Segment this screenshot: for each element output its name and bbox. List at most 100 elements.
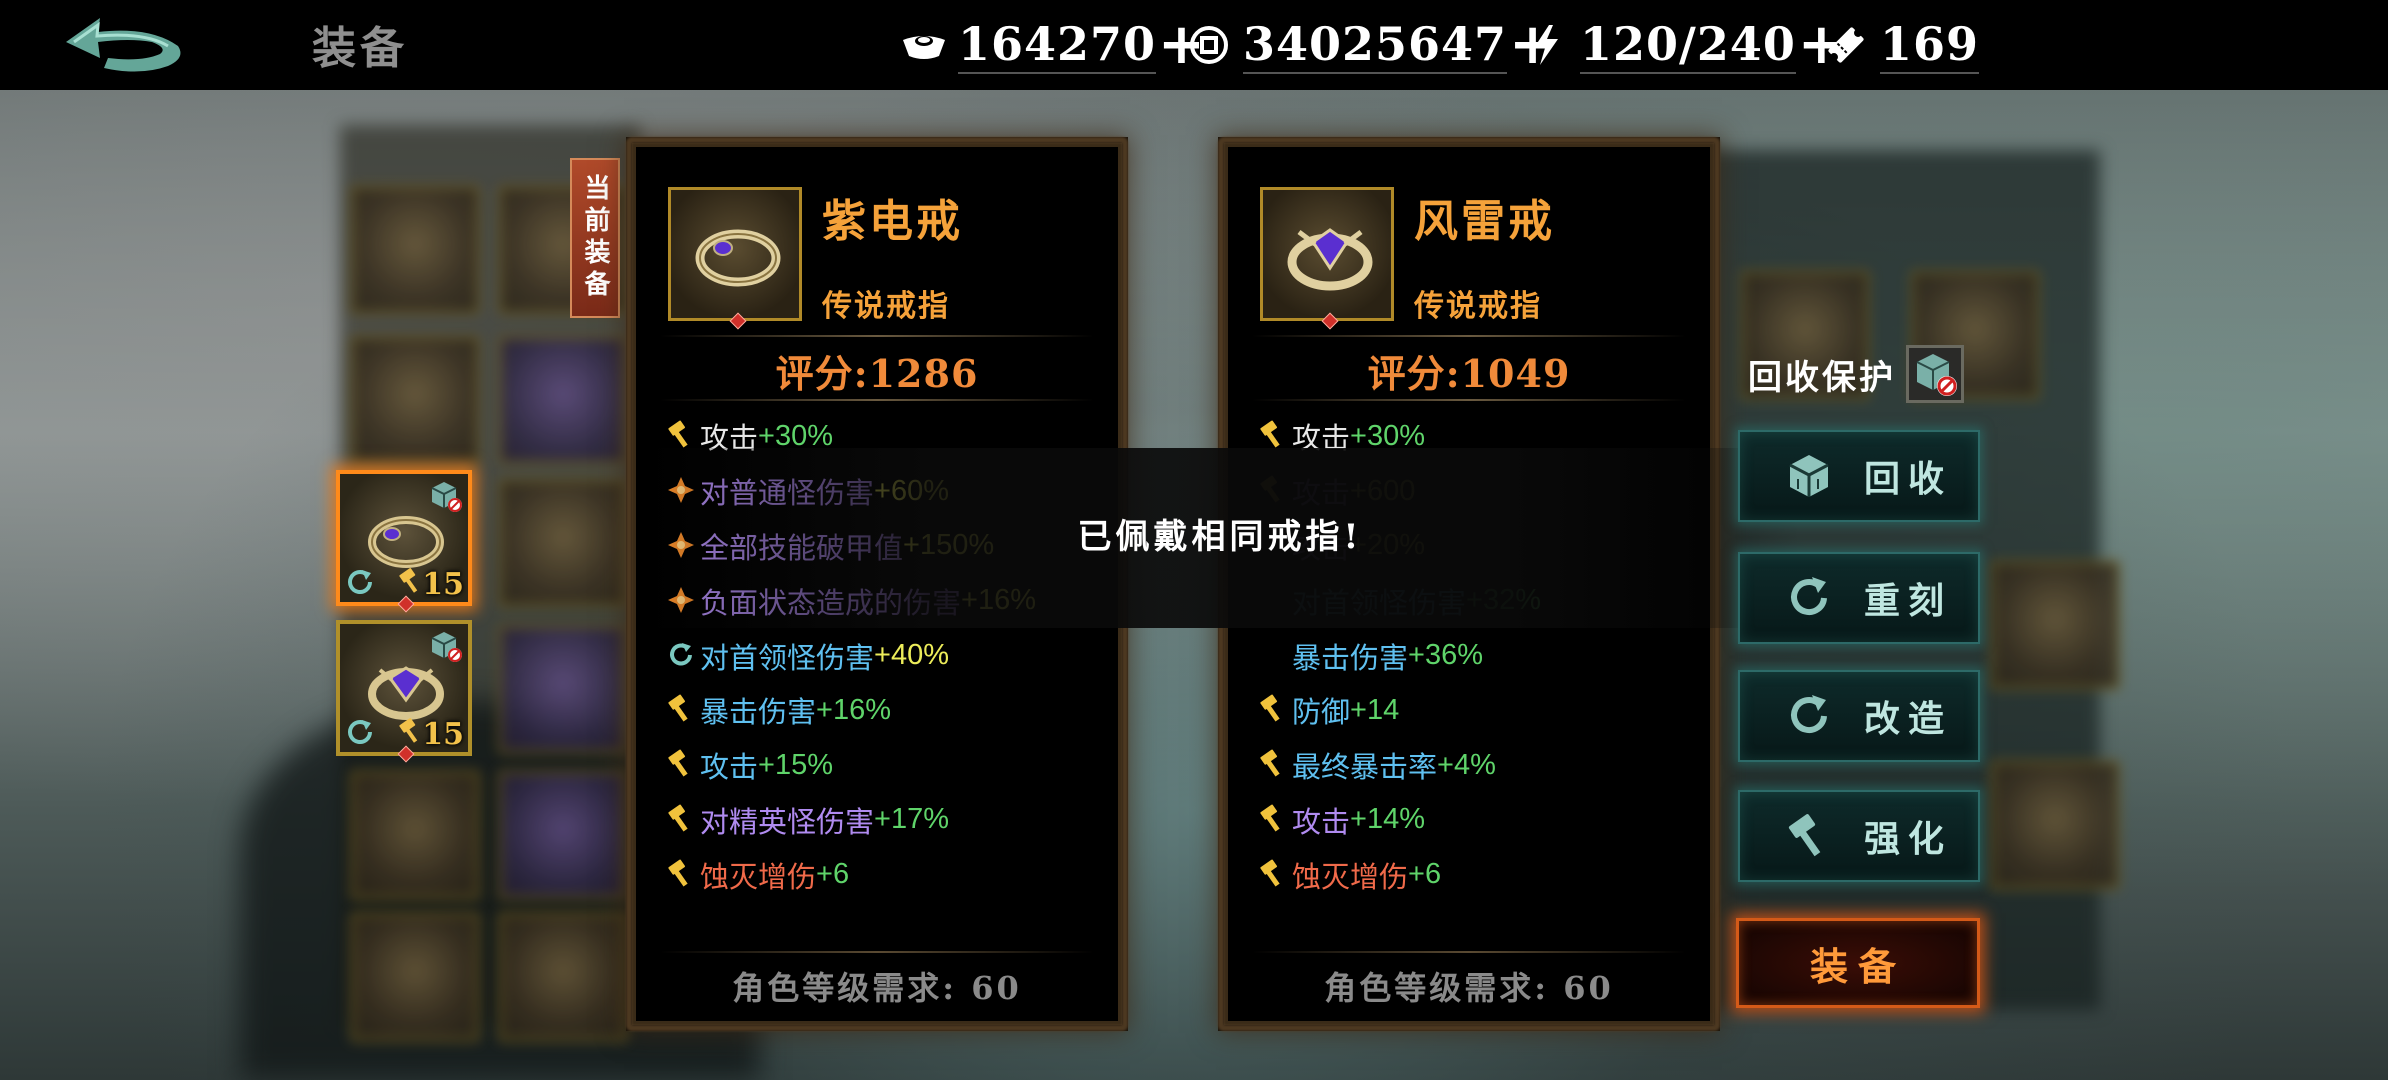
top-bar: 装备 164270 + 34025647 + 120/240 + 169 <box>0 0 2388 90</box>
violet-ring-icon <box>695 229 781 287</box>
level-requirement: 角色等级需求: 60 <box>732 969 1022 1007</box>
ingot-value: 164270 <box>958 16 1157 74</box>
resource-energy: 120/240 + <box>1522 14 1845 76</box>
enhance-hammer-icon <box>398 718 424 744</box>
hammer-icon <box>1788 814 1821 857</box>
protected-box-icon <box>1916 354 1957 396</box>
enhance-button[interactable]: 强化 <box>1738 790 1980 882</box>
recycle-box-icon <box>1789 455 1829 497</box>
background-slot <box>1990 760 2120 890</box>
hammer-stat-icon <box>666 804 698 836</box>
recycle-lock-icon <box>428 628 464 664</box>
stat-row: 防御 +14 <box>1258 683 1700 738</box>
stat-value: +16% <box>816 693 891 726</box>
recycle-lock-icon <box>428 478 464 514</box>
background-slot <box>1990 560 2120 690</box>
item-icon-frame <box>1260 187 1394 330</box>
reforge-icon <box>1791 577 1827 616</box>
reforge-icon <box>344 716 376 748</box>
stat-row: 暴击伤害 +16% <box>666 683 1108 738</box>
rarity-gem-marker <box>729 312 747 330</box>
stat-value: +17% <box>874 803 949 836</box>
ticket-value: 169 <box>1880 16 1980 74</box>
rarity-gem-marker <box>1321 312 1339 330</box>
stat-value: +6 <box>1408 858 1442 891</box>
stat-value: +40% <box>874 639 949 672</box>
recycle-protection-toggle[interactable] <box>1906 345 1964 403</box>
stat-label: 最终暴击率 <box>1292 752 1438 785</box>
stat-value: +15% <box>758 748 833 781</box>
equip-button[interactable]: 装备 <box>1736 918 1980 1008</box>
page-title: 装备 <box>312 23 408 74</box>
stat-row: 对精英怪伤害 +17% <box>666 793 1108 848</box>
resource-coin: 34025647 + <box>1185 14 1556 76</box>
cycle-stat-icon <box>666 640 698 672</box>
background-slot <box>350 912 480 1042</box>
hammer-stat-icon <box>1258 749 1290 781</box>
background-slot <box>498 912 628 1042</box>
divider <box>1252 399 1686 401</box>
reforge-icon <box>344 566 376 598</box>
stat-value: +6 <box>816 858 850 891</box>
ingot-icon <box>900 21 948 69</box>
stat-row: 攻击 +15% <box>666 738 1108 793</box>
recycle-label: 回收 <box>1864 458 1953 500</box>
energy-icon <box>1522 21 1570 69</box>
stat-value: +4% <box>1437 748 1496 781</box>
hammer-stat-icon <box>1258 694 1290 726</box>
stat-label: 暴击伤害 <box>1292 642 1409 675</box>
inventory-item-violet-ring[interactable]: 15 <box>336 470 472 613</box>
recycle-button[interactable]: 回收 <box>1738 430 1980 522</box>
coin-value: 34025647 <box>1243 16 1508 74</box>
item-rarity: 传说戒指 <box>822 289 950 324</box>
recycle-protection: 回收保护 <box>1748 344 1964 404</box>
background-slot <box>498 335 628 465</box>
hammer-stat-icon <box>666 749 698 781</box>
item-score: 评分:1049 <box>1367 351 1571 396</box>
stat-row: 对首领怪伤害 +40% <box>666 628 1108 683</box>
hammer-stat-icon <box>666 859 698 891</box>
background-slot <box>498 478 628 608</box>
back-arrow-icon <box>66 18 181 72</box>
resource-ingot: 164270 + <box>900 14 1205 76</box>
back-button[interactable] <box>60 12 190 78</box>
toast-text: 已佩戴相同戒指! <box>1077 516 1363 557</box>
background-slot <box>498 624 628 754</box>
modify-label: 改造 <box>1864 698 1953 740</box>
level-requirement: 角色等级需求: 60 <box>1324 969 1614 1007</box>
hammer-stat-icon <box>666 694 698 726</box>
background-slot <box>350 335 480 465</box>
enhance-label: 强化 <box>1864 818 1953 860</box>
divider <box>660 335 1094 337</box>
stat-label: 对首领怪伤害 <box>700 642 875 675</box>
modify-button[interactable]: 改造 <box>1738 670 1980 762</box>
stat-label: 攻击 <box>1292 806 1351 839</box>
divider <box>660 399 1094 401</box>
stat-label: 攻击 <box>700 752 759 785</box>
stat-row: 攻击 +14% <box>1258 793 1700 848</box>
stat-value: +14% <box>1350 803 1425 836</box>
item-name: 风雷戒 <box>1414 196 1555 247</box>
reforge-label: 重刻 <box>1864 580 1953 622</box>
background-slot <box>498 770 628 900</box>
inventory-item-storm-ring[interactable]: 15 <box>336 620 472 763</box>
resource-ticket: 169 <box>1822 14 1980 76</box>
toast-message: 已佩戴相同戒指! <box>640 448 1800 628</box>
stat-row: 蚀灭增伤 +6 <box>666 847 1108 902</box>
stat-label: 对精英怪伤害 <box>700 806 875 839</box>
stat-row: 最终暴击率 +4% <box>1258 738 1700 793</box>
item-name: 紫电戒 <box>822 196 963 247</box>
background-slot <box>350 185 480 315</box>
recycle-protection-label: 回收保护 <box>1748 357 1896 398</box>
modify-icon <box>1791 695 1827 734</box>
current-equipment-tag: 当前装备 <box>570 158 620 318</box>
stat-label: 防御 <box>1292 697 1351 730</box>
coin-icon <box>1185 21 1233 69</box>
divider <box>660 951 1094 953</box>
storm-ring-icon <box>1287 228 1373 291</box>
equip-label: 装备 <box>1809 943 1906 989</box>
hammer-stat-icon <box>1258 859 1290 891</box>
item-icon-frame <box>668 187 802 330</box>
item-level: 15 <box>422 567 464 602</box>
reforge-button[interactable]: 重刻 <box>1738 552 1980 644</box>
